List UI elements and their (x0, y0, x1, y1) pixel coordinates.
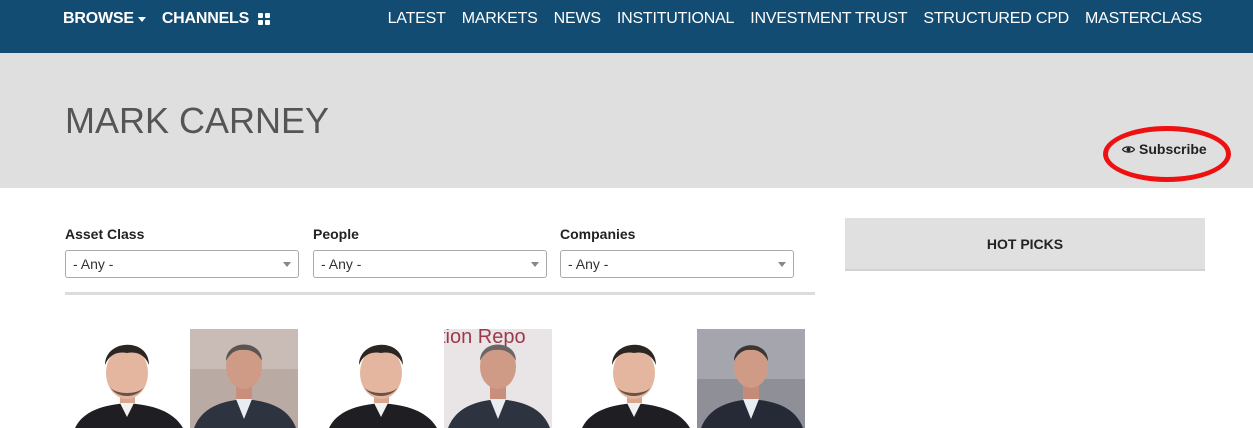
nav-link-news[interactable]: NEWS (554, 10, 601, 28)
hot-picks-label: HOT PICKS (986, 235, 1064, 252)
divider (65, 292, 815, 295)
select-value: - Any - (73, 256, 114, 272)
filter-companies: Companies - Any - (560, 226, 794, 278)
nav-left-group: BROWSE CHANNELS (63, 0, 271, 38)
channels-menu[interactable]: CHANNELS (161, 10, 271, 28)
author-photo (572, 329, 697, 428)
chevron-down-icon (283, 262, 291, 267)
select-value: - Any - (568, 256, 609, 272)
filter-label: Companies (560, 226, 636, 242)
background-caption: tion Repo (444, 329, 526, 348)
article-thumbnail[interactable] (65, 329, 298, 428)
channels-label: CHANNELS (161, 10, 250, 27)
article-thumbnail[interactable]: tion Repo (319, 329, 552, 428)
article-thumbnail[interactable] (572, 329, 805, 428)
companies-select[interactable]: - Any - (560, 250, 794, 278)
nav-link-latest[interactable]: LATEST (388, 10, 446, 28)
filter-people: People - Any - (313, 226, 547, 278)
subscribe-highlight: Subscribe (1103, 126, 1231, 182)
author-photo (65, 329, 190, 428)
nav-link-masterclass[interactable]: MASTERCLASS (1085, 10, 1202, 28)
filter-asset-class: Asset Class - Any - (65, 226, 299, 278)
subject-photo: tion Repo (444, 329, 552, 428)
page-header: MARK CARNEY Subscribe (0, 53, 1253, 188)
select-value: - Any - (321, 256, 362, 272)
top-navigation: BROWSE CHANNELS LATEST MARKETS NEWS INST… (0, 0, 1253, 53)
subscribe-label: Subscribe (1139, 141, 1207, 157)
page-title: MARK CARNEY (65, 100, 330, 141)
subscribe-button[interactable]: Subscribe (1122, 141, 1207, 157)
grid-icon (258, 13, 271, 25)
browse-label: BROWSE (63, 10, 134, 27)
people-select[interactable]: - Any - (313, 250, 547, 278)
filter-label: Asset Class (65, 226, 145, 242)
subject-photo (190, 329, 298, 428)
subject-photo (697, 329, 805, 428)
nav-link-structured-cpd[interactable]: STRUCTURED CPD (923, 10, 1069, 28)
filter-label: People (313, 226, 359, 242)
asset-class-select[interactable]: - Any - (65, 250, 299, 278)
nav-link-markets[interactable]: MARKETS (462, 10, 538, 28)
eye-icon (1122, 145, 1135, 153)
chevron-down-icon (778, 262, 786, 267)
nav-right-group: LATEST MARKETS NEWS INSTITUTIONAL INVEST… (388, 0, 1203, 38)
author-photo (319, 329, 444, 428)
hot-picks-panel[interactable]: HOT PICKS (845, 218, 1205, 271)
chevron-down-icon (531, 262, 539, 267)
caret-down-icon (137, 17, 146, 22)
nav-link-investment-trust[interactable]: INVESTMENT TRUST (750, 10, 907, 28)
browse-menu[interactable]: BROWSE (63, 10, 146, 28)
nav-link-institutional[interactable]: INSTITUTIONAL (617, 10, 735, 28)
